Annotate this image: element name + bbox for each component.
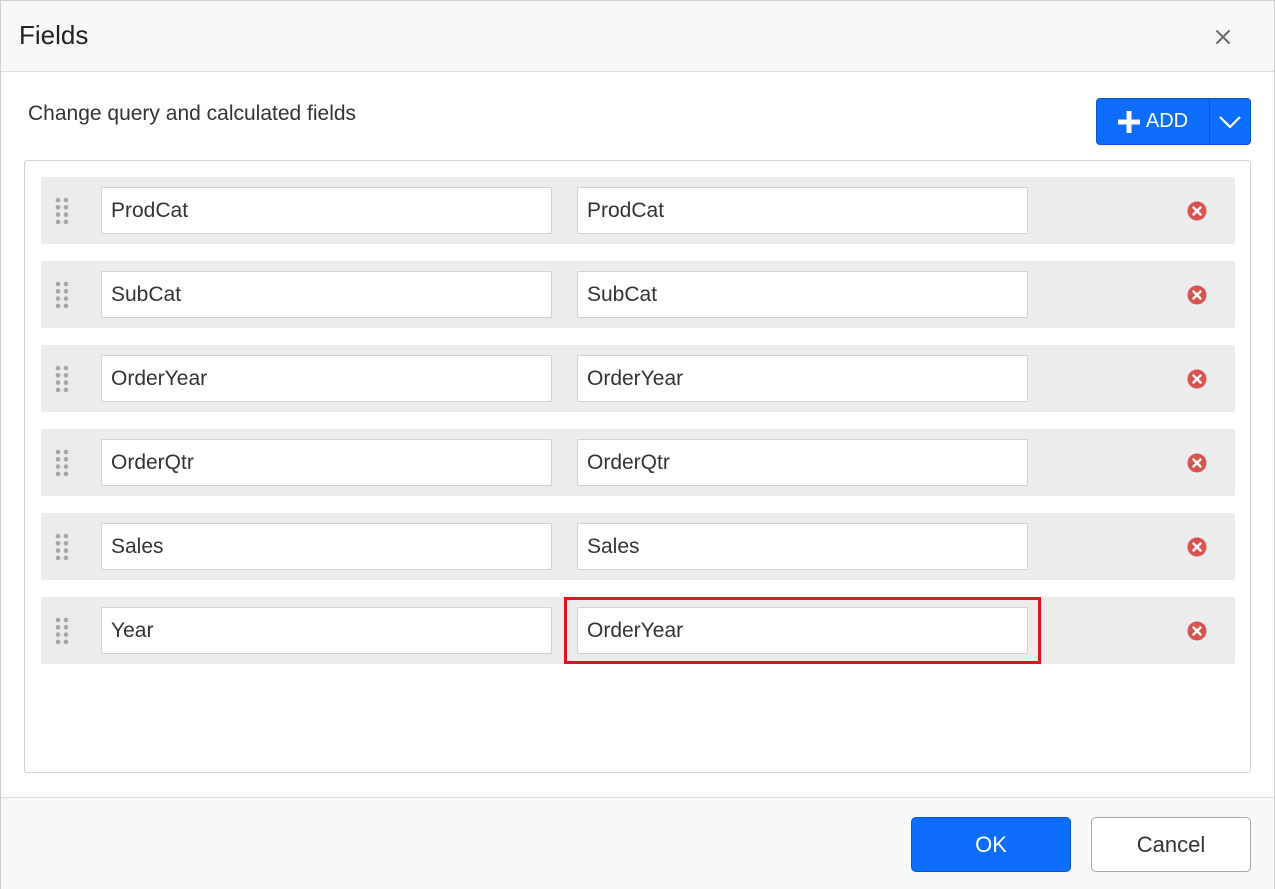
field-row [41, 261, 1235, 328]
field-name-input[interactable] [101, 439, 552, 486]
remove-field-icon[interactable] [1187, 537, 1207, 557]
field-value-input[interactable] [577, 439, 1028, 486]
field-value-input[interactable] [577, 355, 1028, 402]
plus-icon [1117, 110, 1140, 133]
section-heading: Change query and calculated fields [28, 102, 357, 125]
remove-field-icon[interactable] [1187, 621, 1207, 641]
dialog-footer: OK Cancel [1, 797, 1274, 889]
field-row [41, 345, 1235, 412]
field-row [41, 513, 1235, 580]
drag-handle-icon[interactable] [55, 365, 69, 393]
add-dropdown-toggle[interactable] [1209, 99, 1250, 144]
remove-field-icon[interactable] [1187, 201, 1207, 221]
dialog-title: Fields [19, 20, 89, 50]
field-value-input[interactable] [577, 523, 1028, 570]
add-button[interactable]: ADD [1097, 99, 1209, 144]
close-icon [1216, 30, 1230, 44]
field-name-input[interactable] [101, 187, 552, 234]
remove-field-icon[interactable] [1187, 453, 1207, 473]
drag-handle-icon[interactable] [55, 617, 69, 645]
fields-dialog: Fields Change query and calculated field… [0, 0, 1275, 889]
field-value-input[interactable] [577, 187, 1028, 234]
field-row [41, 429, 1235, 496]
field-row [41, 177, 1235, 244]
remove-field-icon[interactable] [1187, 369, 1207, 389]
drag-handle-icon[interactable] [55, 197, 69, 225]
field-name-input[interactable] [101, 607, 552, 654]
close-button[interactable] [1209, 23, 1237, 51]
drag-handle-icon[interactable] [55, 281, 69, 309]
drag-handle-icon[interactable] [55, 533, 69, 561]
fields-list [24, 160, 1251, 773]
drag-handle-icon[interactable] [55, 449, 69, 477]
field-name-input[interactable] [101, 355, 552, 402]
dialog-header: Fields [1, 1, 1274, 72]
field-row [41, 597, 1235, 664]
field-value-input[interactable] [577, 607, 1028, 654]
ok-button[interactable]: OK [911, 817, 1071, 872]
add-button-label: ADD [1145, 110, 1189, 132]
field-value-input[interactable] [577, 271, 1028, 318]
field-name-input[interactable] [101, 271, 552, 318]
add-split-button: ADD [1096, 98, 1251, 145]
remove-field-icon[interactable] [1187, 285, 1207, 305]
cancel-button[interactable]: Cancel [1091, 817, 1251, 872]
field-name-input[interactable] [101, 523, 552, 570]
chevron-down-icon [1219, 115, 1241, 128]
